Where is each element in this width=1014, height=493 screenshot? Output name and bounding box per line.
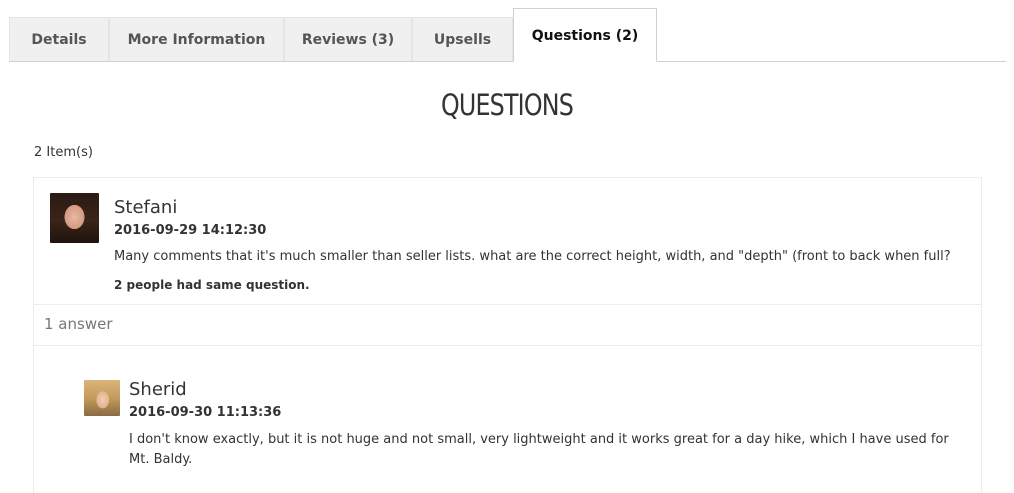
question-text: Many comments that it's much smaller tha… — [114, 249, 951, 264]
answer-author-avatar — [84, 380, 120, 416]
tab-details-label: Details — [31, 31, 87, 48]
answer-count-toggle[interactable]: 1 answer — [44, 315, 113, 333]
tab-more-information[interactable]: More Information — [109, 17, 284, 61]
question-item: Stefani 2016-09-29 14:12:30 Many comment… — [33, 177, 982, 493]
question-date: 2016-09-29 14:12:30 — [114, 223, 267, 238]
answer-date: 2016-09-30 11:13:36 — [129, 405, 282, 420]
tab-reviews-label: Reviews (3) — [301, 31, 395, 48]
answer-text-line-1: I don't know exactly, but it is not huge… — [129, 432, 949, 447]
tab-more-information-label: More Information — [127, 31, 266, 48]
answer-text-line-2: Mt. Baldy. — [129, 452, 193, 467]
tab-upsells-label: Upsells — [433, 31, 492, 48]
tab-upsells[interactable]: Upsells — [412, 17, 513, 61]
question-author-name: Stefani — [114, 197, 178, 218]
tab-questions-label: Questions (2) — [531, 28, 639, 44]
tab-reviews[interactable]: Reviews (3) — [284, 17, 412, 61]
tab-questions[interactable]: Questions (2) — [513, 8, 657, 62]
question-author-avatar — [50, 193, 99, 243]
divider — [34, 345, 981, 346]
tab-details[interactable]: Details — [9, 17, 109, 61]
same-question-count: 2 people had same question. — [114, 278, 310, 292]
items-count: 2 Item(s) — [34, 145, 93, 160]
section-title: Questions — [440, 88, 574, 122]
divider — [34, 304, 981, 305]
product-tabs: Details More Information Reviews (3) Ups… — [9, 8, 1006, 62]
answer-author-name: Sherid — [129, 379, 187, 400]
